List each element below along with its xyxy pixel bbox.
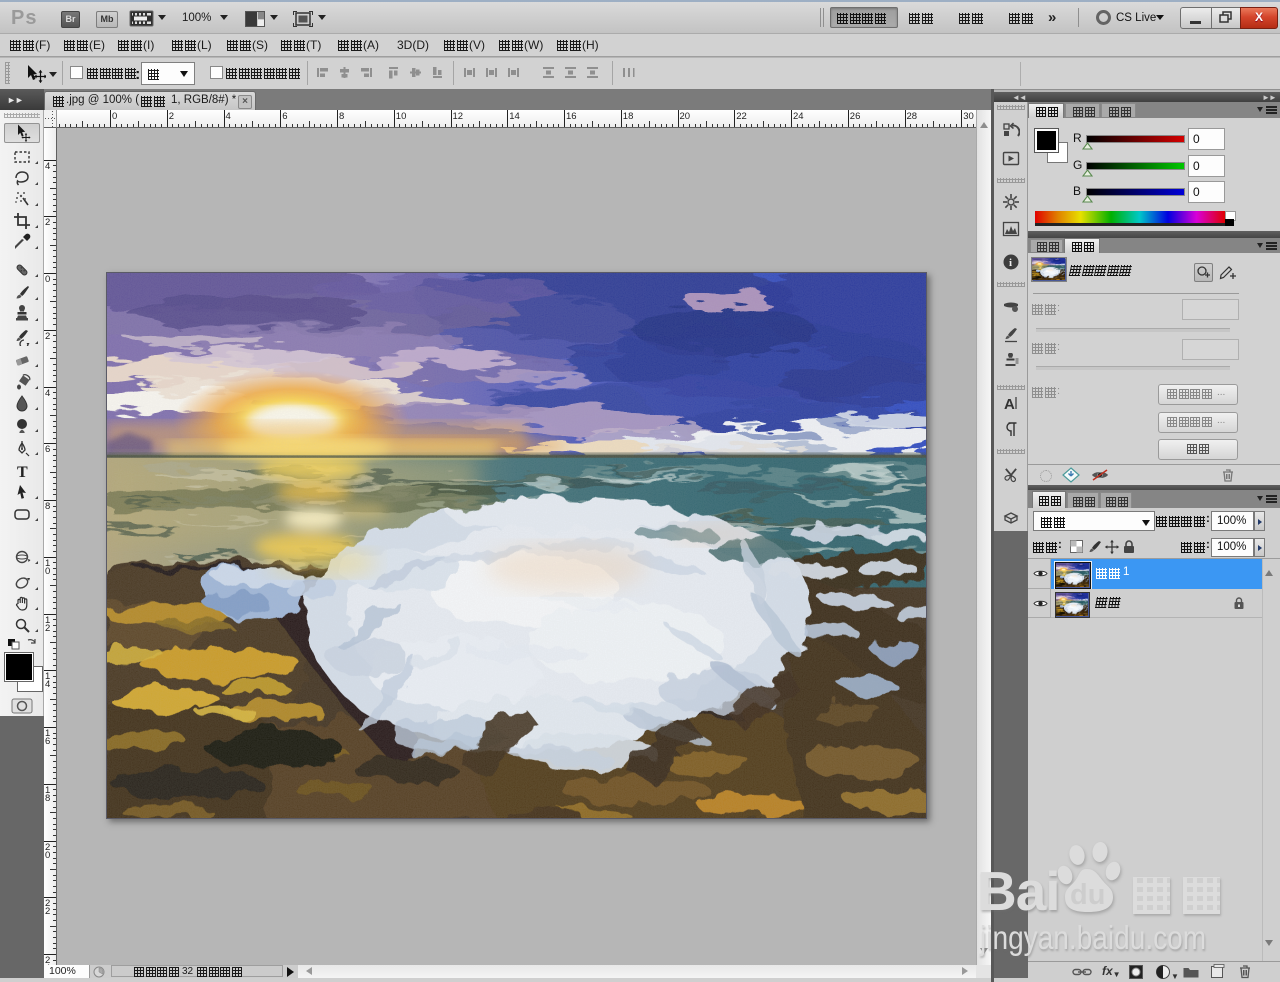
svg-text:T: T bbox=[17, 464, 28, 480]
svg-text:i: i bbox=[1009, 257, 1012, 269]
svg-text:A: A bbox=[1004, 396, 1015, 412]
svg-text:du: du bbox=[1070, 879, 1105, 911]
